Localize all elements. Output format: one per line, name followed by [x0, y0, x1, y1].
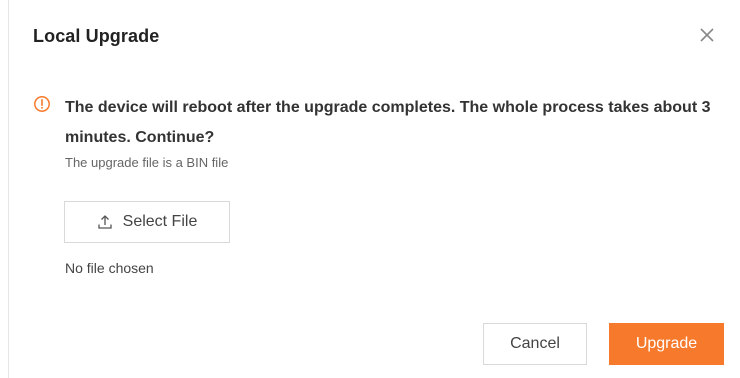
select-file-button[interactable]: Select File [64, 201, 230, 243]
dialog-title: Local Upgrade [33, 26, 160, 46]
upload-icon [97, 214, 113, 230]
file-type-hint: The upgrade file is a BIN file [65, 155, 229, 170]
warning-message: The device will reboot after the upgrade… [65, 99, 711, 146]
select-file-label: Select File [122, 213, 198, 230]
upgrade-button[interactable]: Upgrade [609, 323, 724, 365]
cancel-button[interactable]: Cancel [483, 323, 587, 365]
local-upgrade-dialog: Local Upgrade The device will reboot aft… [0, 0, 740, 378]
warning-circle-icon [33, 95, 51, 113]
close-icon[interactable] [696, 24, 718, 46]
file-status: No file chosen [65, 260, 154, 276]
